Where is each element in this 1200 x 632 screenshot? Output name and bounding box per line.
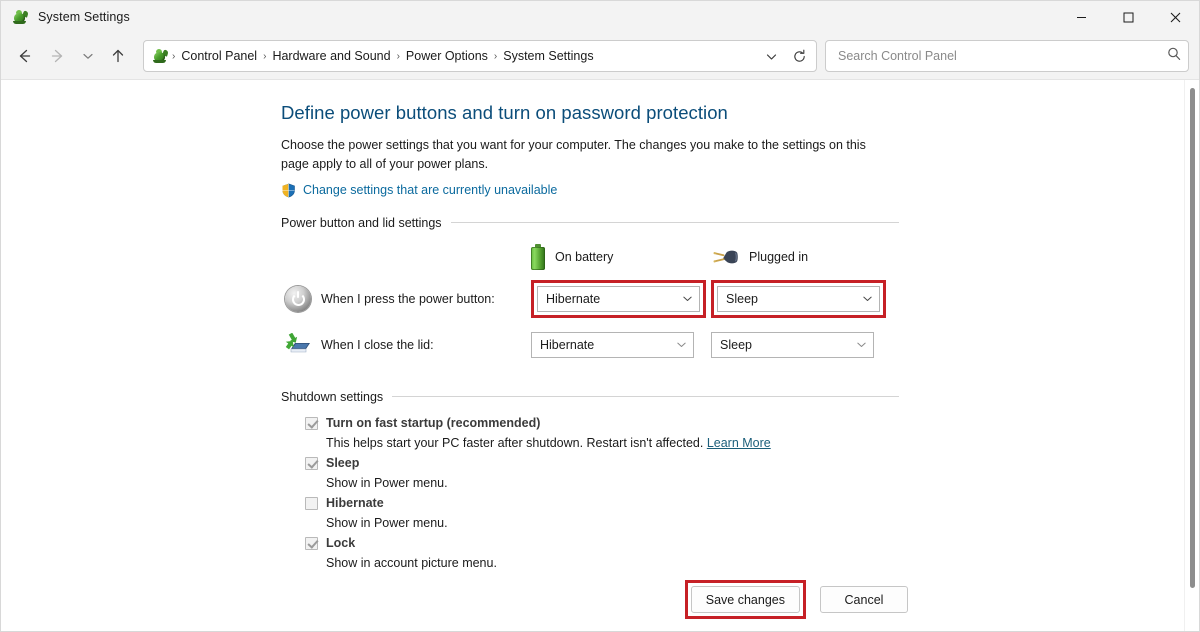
breadcrumb-item-hardware-and-sound[interactable]: Hardware and Sound xyxy=(267,47,395,65)
fast-startup-description: This helps start your PC faster after sh… xyxy=(305,433,1184,453)
breadcrumb-item-system-settings[interactable]: System Settings xyxy=(498,47,598,65)
fast-startup-description-text: This helps start your PC faster after sh… xyxy=(326,435,704,450)
save-changes-button[interactable]: Save changes xyxy=(690,586,800,613)
chevron-down-icon xyxy=(856,339,867,350)
up-button[interactable] xyxy=(101,40,135,72)
power-button-on-battery-highlight: Hibernate xyxy=(531,279,706,318)
hibernate-label: Hibernate xyxy=(326,495,384,510)
sleep-row[interactable]: Sleep xyxy=(305,454,1184,473)
navigation-bar: › Control Panel › Hardware and Sound › P… xyxy=(1,33,1199,79)
power-button-on-battery-value: Hibernate xyxy=(546,291,601,306)
close-lid-on-battery-cell: Hibernate xyxy=(531,331,711,358)
window-controls xyxy=(1058,1,1199,33)
power-button-plugged-in-dropdown[interactable]: Sleep xyxy=(717,285,880,312)
uac-shield-icon xyxy=(281,183,296,198)
learn-more-link[interactable]: Learn More xyxy=(707,436,771,450)
power-button-plugged-in-highlight: Sleep xyxy=(711,279,886,318)
search-icon[interactable] xyxy=(1166,46,1182,67)
sleep-label: Sleep xyxy=(326,455,360,470)
change-unavailable-settings-row[interactable]: Change settings that are currently unava… xyxy=(281,183,1184,198)
close-lid-plugged-in-value: Sleep xyxy=(720,337,752,352)
recent-locations-button[interactable] xyxy=(75,40,101,72)
power-button-row-label: When I press the power button: xyxy=(321,291,495,306)
close-lid-on-battery-value: Hibernate xyxy=(540,337,595,352)
settings-pane: Define power buttons and turn on passwor… xyxy=(1,80,1184,631)
address-bar[interactable]: › Control Panel › Hardware and Sound › P… xyxy=(143,40,817,72)
forward-button[interactable] xyxy=(41,40,75,72)
column-plugged-in: Plugged in xyxy=(711,247,891,267)
column-plugged-in-label: Plugged in xyxy=(749,249,809,264)
hibernate-description: Show in Power menu. xyxy=(326,515,448,530)
chevron-down-icon xyxy=(676,339,687,350)
sleep-description: Show in Power menu. xyxy=(326,475,448,490)
system-settings-window: System Settings › Control Panel › Hardwa… xyxy=(0,0,1200,632)
power-lid-group-label: Power button and lid settings xyxy=(281,215,442,230)
content-area: Define power buttons and turn on passwor… xyxy=(1,79,1199,631)
power-button-plugged-in-value: Sleep xyxy=(726,291,758,306)
power-button-icon xyxy=(281,285,315,312)
fast-startup-checkbox[interactable] xyxy=(305,416,318,430)
lock-row[interactable]: Lock xyxy=(305,534,1184,553)
power-button-on-battery-cell: Hibernate xyxy=(531,279,711,318)
back-button[interactable] xyxy=(7,40,41,72)
close-lid-on-battery-dropdown[interactable]: Hibernate xyxy=(531,331,694,358)
laptop-lid-icon xyxy=(281,332,315,357)
lock-label: Lock xyxy=(326,535,356,550)
chevron-down-icon xyxy=(682,293,693,304)
power-column-headers: On battery Plugged in xyxy=(531,243,1184,270)
close-lid-setting-row: When I close the lid: Hibernate Sleep xyxy=(281,326,1184,364)
shutdown-group-header: Shutdown settings xyxy=(281,390,899,404)
breadcrumb-control-panel-icon xyxy=(152,48,169,64)
previous-locations-button[interactable] xyxy=(758,43,784,69)
power-button-on-battery-dropdown[interactable]: Hibernate xyxy=(537,285,700,312)
scrollbar-thumb[interactable] xyxy=(1190,88,1195,588)
lock-description: Show in account picture menu. xyxy=(326,555,497,570)
close-lid-plugged-in-cell: Sleep xyxy=(711,331,891,358)
close-button[interactable] xyxy=(1152,1,1199,33)
search-control-panel-box[interactable] xyxy=(825,40,1189,72)
power-button-setting-row: When I press the power button: Hibernate xyxy=(281,279,1184,318)
column-on-battery-label: On battery xyxy=(555,249,614,264)
power-lid-group-header: Power button and lid settings xyxy=(281,216,899,230)
page-description: Choose the power settings that you want … xyxy=(281,138,866,172)
cancel-button[interactable]: Cancel xyxy=(820,586,908,613)
hibernate-checkbox[interactable] xyxy=(305,496,318,510)
lock-checkbox[interactable] xyxy=(305,536,318,550)
group-divider xyxy=(392,396,899,398)
control-panel-applet-icon xyxy=(12,9,29,26)
fast-startup-row[interactable]: Turn on fast startup (recommended) xyxy=(305,414,1184,433)
title-bar-left: System Settings xyxy=(1,9,130,26)
minimize-button[interactable] xyxy=(1058,1,1105,33)
power-button-plugged-in-cell: Sleep xyxy=(711,279,891,318)
title-bar: System Settings xyxy=(1,1,1199,33)
sleep-checkbox[interactable] xyxy=(305,456,318,470)
close-lid-plugged-in-dropdown[interactable]: Sleep xyxy=(711,331,874,358)
close-lid-row-label: When I close the lid: xyxy=(321,337,434,352)
change-unavailable-settings-link[interactable]: Change settings that are currently unava… xyxy=(303,183,557,197)
column-on-battery: On battery xyxy=(531,243,711,270)
window-title: System Settings xyxy=(38,10,130,24)
maximize-button[interactable] xyxy=(1105,1,1152,33)
power-plug-icon xyxy=(711,247,739,267)
battery-icon xyxy=(531,243,545,270)
address-bar-actions xyxy=(758,43,812,69)
breadcrumb-item-control-panel[interactable]: Control Panel xyxy=(176,47,262,65)
fast-startup-label: Turn on fast startup (recommended) xyxy=(326,415,541,430)
hibernate-row[interactable]: Hibernate xyxy=(305,494,1184,513)
save-changes-highlight: Save changes xyxy=(684,580,806,619)
search-input[interactable] xyxy=(836,48,1166,64)
footer-actions: Save changes Cancel xyxy=(1,580,1184,619)
breadcrumb: › Control Panel › Hardware and Sound › P… xyxy=(152,47,758,65)
vertical-scrollbar[interactable] xyxy=(1184,80,1199,631)
refresh-button[interactable] xyxy=(786,43,812,69)
group-divider xyxy=(450,222,899,224)
shutdown-group-label: Shutdown settings xyxy=(281,389,384,404)
page-title: Define power buttons and turn on passwor… xyxy=(281,102,728,123)
shutdown-settings-list: Turn on fast startup (recommended) This … xyxy=(281,414,1184,573)
breadcrumb-item-power-options[interactable]: Power Options xyxy=(401,47,493,65)
chevron-down-icon xyxy=(862,293,873,304)
